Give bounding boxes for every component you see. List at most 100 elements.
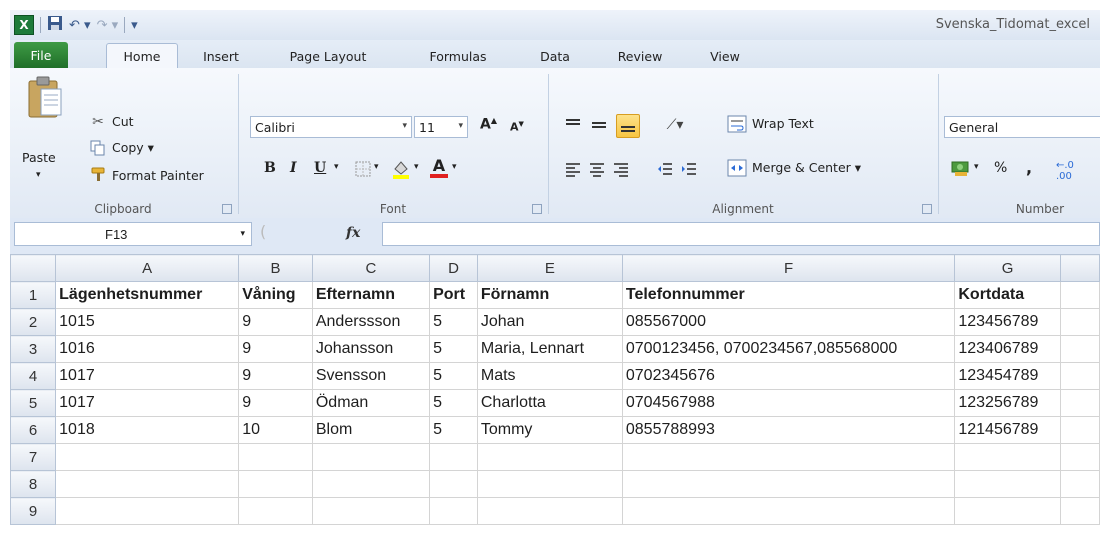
merge-center-button[interactable]: Merge & Center ▾ [752,160,861,175]
row-header[interactable]: 4 [10,362,57,390]
column-header-d[interactable]: D [429,254,478,282]
cell-g9[interactable] [954,497,1061,525]
tab-formulas[interactable]: Formulas [420,44,496,68]
cell-g7[interactable] [954,443,1061,471]
tab-review[interactable]: Review [610,44,670,68]
cell-b4[interactable]: 9 [238,362,313,390]
cell-g5[interactable]: 123256789 [954,389,1061,417]
row-header[interactable]: 2 [10,308,57,336]
cell-e7[interactable] [476,443,623,471]
cell-c8[interactable] [311,470,431,498]
copy-button[interactable]: Copy ▾ [112,140,154,155]
row-header[interactable]: 1 [10,281,57,309]
cell-d6[interactable]: 5 [429,416,478,444]
cell-h5[interactable] [1059,389,1100,417]
cell-b2[interactable]: 9 [238,308,313,336]
cell-h3[interactable] [1059,335,1100,363]
cell-h4[interactable] [1059,362,1100,390]
cell-h7[interactable] [1059,443,1100,471]
cell-e1[interactable]: Förnamn [476,281,623,309]
cell-e5[interactable]: Charlotta [476,389,623,417]
insert-function-icon[interactable]: fx [346,225,360,241]
chevron-down-icon[interactable]: ▾ [334,162,339,172]
font-size-select[interactable]: 11 ▾ [414,116,468,138]
row-header[interactable]: 8 [10,470,57,498]
font-launcher-icon[interactable] [532,204,542,214]
cell-b3[interactable]: 9 [238,335,313,363]
font-color-icon[interactable]: A [428,156,450,180]
cell-c3[interactable]: Johansson [311,335,431,363]
cell-b7[interactable] [238,443,313,471]
cell-g2[interactable]: 123456789 [954,308,1061,336]
cut-icon[interactable]: ✂ [90,114,106,130]
cell-a9[interactable] [55,497,240,525]
borders-icon[interactable] [354,160,372,178]
cell-f3[interactable]: 0700123456, 0700234567,085568000 [621,335,956,363]
top-align-icon[interactable] [564,116,582,134]
cell-d2[interactable]: 5 [429,308,478,336]
tab-insert[interactable]: Insert [193,44,249,68]
cell-c1[interactable]: Efternamn [311,281,431,309]
cell-e8[interactable] [476,470,623,498]
comma-style-button[interactable]: , [1026,158,1032,177]
fill-color-icon[interactable] [390,158,412,180]
column-header-c[interactable]: C [311,254,431,282]
chevron-down-icon[interactable]: ▾ [452,162,457,172]
number-format-select[interactable]: General [944,116,1100,138]
underline-icon[interactable]: U [314,160,326,176]
cell-h6[interactable] [1059,416,1100,444]
cell-d7[interactable] [429,443,478,471]
row-header[interactable]: 3 [10,335,57,363]
name-box[interactable]: F13 ▾ [14,222,252,246]
paste-icon[interactable] [24,74,66,120]
cell-h8[interactable] [1059,470,1100,498]
increase-font-size-icon[interactable]: A▲ [480,116,497,133]
cell-f2[interactable]: 085567000 [621,308,956,336]
currency-icon[interactable] [950,158,972,178]
cell-b1[interactable]: Våning [238,281,313,309]
align-left-icon[interactable] [564,160,582,178]
format-painter-icon[interactable] [90,166,108,182]
cell-a8[interactable] [55,470,240,498]
cell-a3[interactable]: 1016 [55,335,240,363]
cell-c7[interactable] [311,443,431,471]
decrease-indent-icon[interactable] [656,160,674,178]
wrap-text-button[interactable]: Wrap Text [752,116,814,131]
cell-f8[interactable] [621,470,956,498]
copy-icon[interactable] [90,140,106,156]
cell-f7[interactable] [621,443,956,471]
cell-a7[interactable] [55,443,240,471]
bold-icon[interactable]: B [264,160,276,176]
cell-a5[interactable]: 1017 [55,389,240,417]
cell-f4[interactable]: 0702345676 [621,362,956,390]
row-header[interactable]: 7 [10,443,57,471]
cell-e3[interactable]: Maria, Lennart [476,335,623,363]
cell-d4[interactable]: 5 [429,362,478,390]
cell-f1[interactable]: Telefonnummer [621,281,956,309]
cell-g1[interactable]: Kortdata [954,281,1061,309]
cell-a6[interactable]: 1018 [55,416,240,444]
format-painter-button[interactable]: Format Painter [112,168,204,183]
customize-qat-icon[interactable]: ▾ [131,18,138,33]
cell-h1[interactable] [1059,281,1100,309]
column-header-e[interactable]: E [476,254,623,282]
decrease-font-size-icon[interactable]: A▼ [510,120,524,134]
cell-a2[interactable]: 1015 [55,308,240,336]
merge-center-icon[interactable] [726,158,748,178]
alignment-launcher-icon[interactable] [922,204,932,214]
italic-icon[interactable]: I [290,160,297,176]
undo-icon[interactable]: ↶ ▾ [69,18,91,33]
increase-decimal-icon[interactable]: ←.0.00 [1056,160,1074,182]
cell-e4[interactable]: Mats [476,362,623,390]
wrap-text-icon[interactable] [726,114,748,134]
cell-b9[interactable] [238,497,313,525]
orientation-icon[interactable]: ⟋▾ [660,116,690,134]
select-all-corner[interactable] [10,254,57,282]
cell-h9[interactable] [1059,497,1100,525]
paste-dropdown-icon[interactable]: ▾ [36,170,41,180]
redo-icon[interactable]: ↷ ▾ [97,18,119,33]
tab-data[interactable]: Data [530,44,580,68]
tab-home[interactable]: Home [106,43,178,69]
cell-g8[interactable] [954,470,1061,498]
tab-page-layout[interactable]: Page Layout [278,44,378,68]
